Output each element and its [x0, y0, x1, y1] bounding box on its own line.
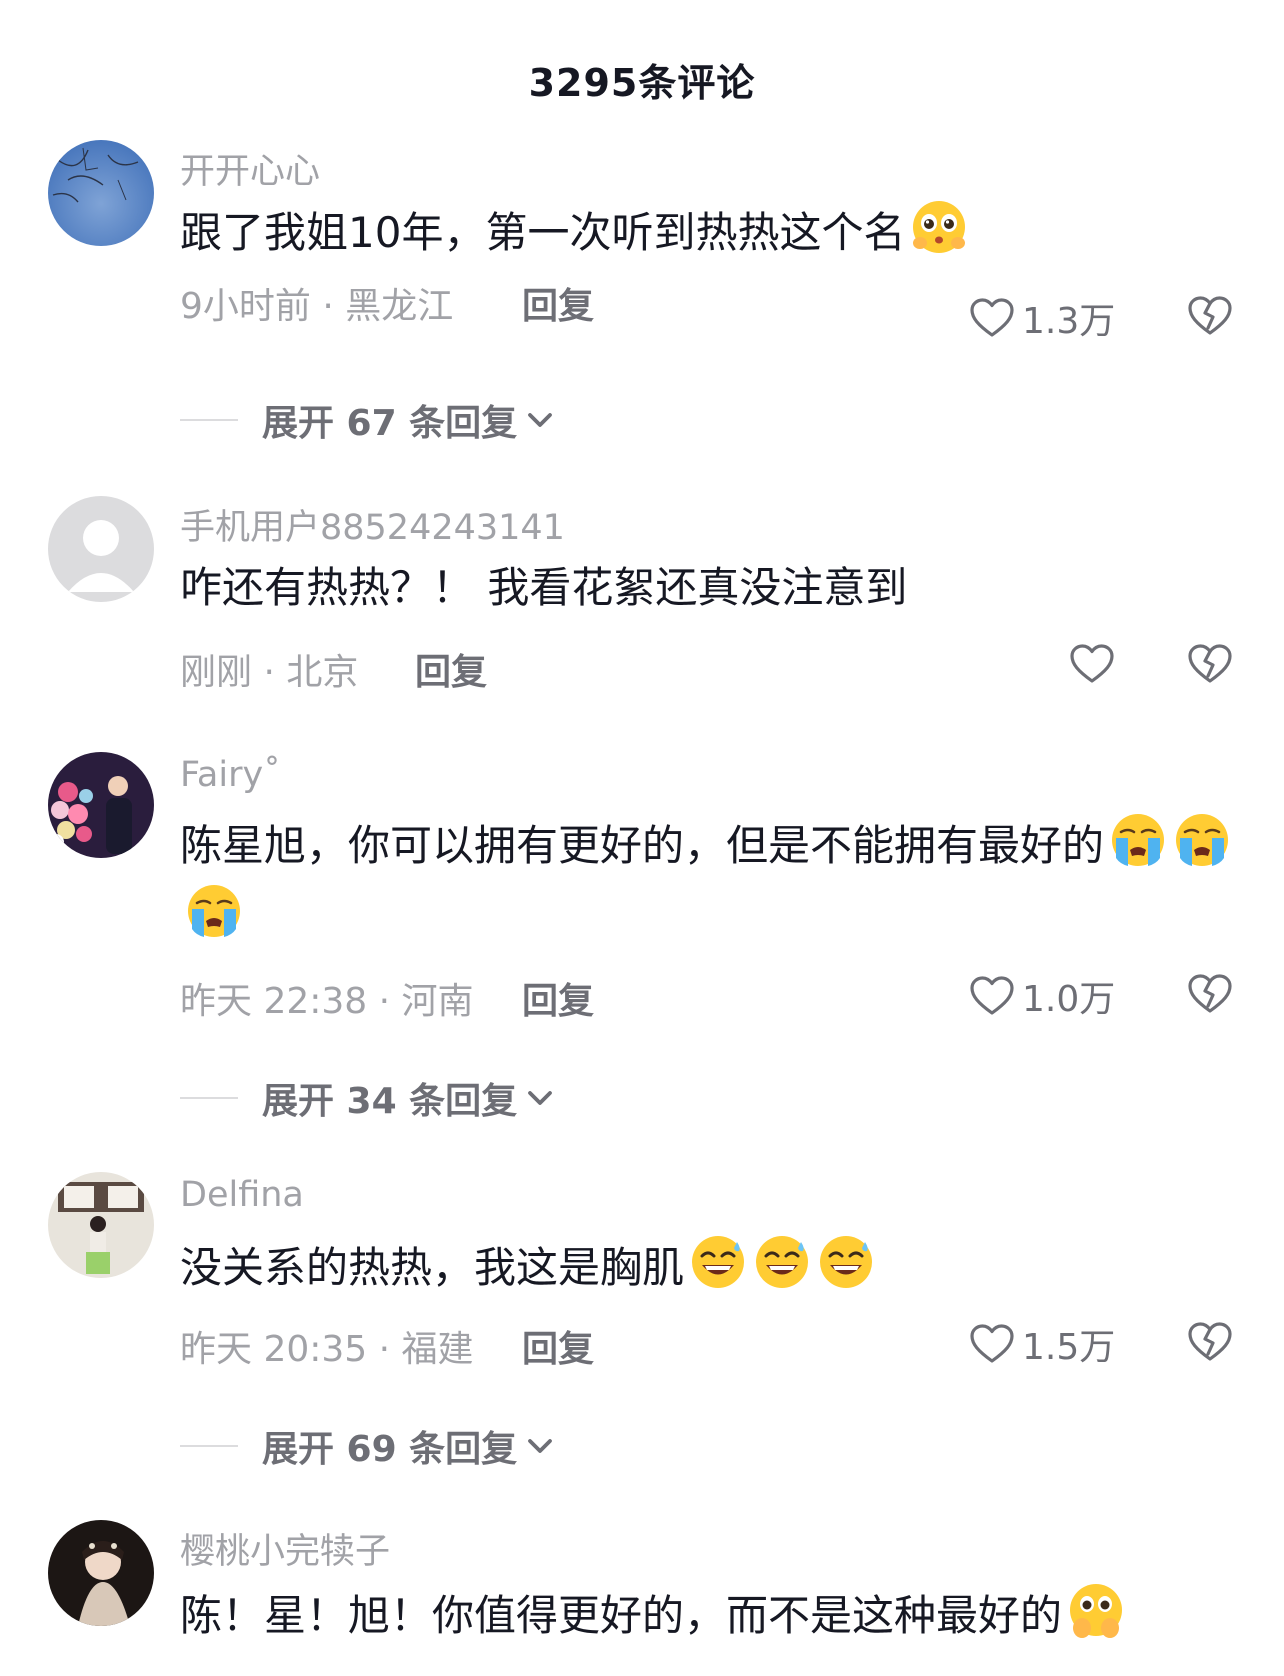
heart-outline-icon — [968, 294, 1016, 342]
comment-body: 陈！星！旭！你值得更好的，而不是这种最好的 — [180, 1591, 1063, 1640]
loudly-crying-face-emoji — [1108, 810, 1168, 870]
comment-time-location: 刚刚 · 北京 — [180, 652, 359, 693]
grinning-sweat-face-emoji — [752, 1232, 812, 1292]
avatar[interactable] — [48, 140, 154, 246]
comment-time-location: 昨天 22:38 · 河南 — [180, 981, 474, 1022]
divider-line — [180, 1445, 238, 1447]
pleading-face-emoji — [909, 197, 969, 257]
broken-heart-icon — [1186, 640, 1234, 688]
reply-button[interactable]: 回复 — [522, 277, 594, 329]
reply-button[interactable]: 回复 — [415, 643, 487, 695]
comment-body: 跟了我姐10年，第一次听到热热这个名 — [180, 208, 906, 257]
like-button[interactable]: 1.5万 — [968, 1318, 1115, 1370]
username[interactable]: Fairy˚ — [180, 755, 281, 795]
broken-heart-icon — [1186, 970, 1234, 1018]
chevron-down-icon — [525, 405, 555, 435]
expand-replies-button[interactable]: 展开 67 条回复 — [180, 394, 555, 446]
face-holding-back-tears-emoji — [1066, 1580, 1126, 1640]
like-count: 1.5万 — [1022, 1327, 1116, 1368]
heart-outline-icon — [1068, 640, 1116, 688]
avatar[interactable] — [48, 752, 154, 858]
expand-replies-button[interactable]: 展开 69 条回复 — [180, 1420, 555, 1472]
chevron-down-icon — [525, 1431, 555, 1461]
comment-text: 陈星旭，你可以拥有更好的，但是不能拥有最好的 — [180, 810, 1240, 952]
like-button[interactable]: 1.3万 — [968, 292, 1115, 344]
avatar[interactable] — [48, 496, 154, 602]
broken-heart-icon — [1186, 292, 1234, 340]
comment-body: 没关系的热热，我这是胸肌 — [180, 1243, 685, 1292]
reply-button[interactable]: 回复 — [522, 972, 594, 1024]
dislike-button[interactable] — [1186, 640, 1234, 692]
grinning-sweat-face-emoji — [688, 1232, 748, 1292]
avatar[interactable] — [48, 1520, 154, 1626]
dislike-button[interactable] — [1186, 1318, 1234, 1370]
reply-button[interactable]: 回复 — [522, 1320, 594, 1372]
loudly-crying-face-emoji — [184, 881, 244, 941]
username[interactable]: 樱桃小完犊子 — [180, 1523, 390, 1574]
comment-text: 没关系的热热，我这是胸肌 — [180, 1232, 1240, 1303]
loudly-crying-face-emoji — [1172, 810, 1232, 870]
username[interactable]: 开开心心 — [180, 143, 320, 194]
comment-body: 咋还有热热？！ 我看花絮还真没注意到 — [180, 563, 908, 612]
divider-line — [180, 419, 238, 421]
expand-replies-label: 展开 69 条回复 — [262, 1429, 518, 1470]
divider-line — [180, 1097, 238, 1099]
comment-text: 跟了我姐10年，第一次听到热热这个名 — [180, 197, 1240, 268]
comment-count-title: 3295条评论 — [528, 61, 756, 105]
like-count: 1.3万 — [1022, 301, 1116, 342]
expand-replies-label: 展开 34 条回复 — [262, 1081, 518, 1122]
grinning-sweat-face-emoji — [816, 1232, 876, 1292]
comment-text: 陈！星！旭！你值得更好的，而不是这种最好的 — [180, 1580, 1240, 1651]
expand-replies-label: 展开 67 条回复 — [262, 403, 518, 444]
chevron-down-icon — [525, 1083, 555, 1113]
username[interactable]: 手机用户88524243141 — [180, 499, 565, 550]
comment-time-location: 9小时前 · 黑龙江 — [180, 286, 454, 327]
heart-outline-icon — [968, 1320, 1016, 1368]
heart-outline-icon — [968, 972, 1016, 1020]
like-count: 1.0万 — [1022, 979, 1116, 1020]
comment-body: 陈星旭，你可以拥有更好的，但是不能拥有最好的 — [180, 821, 1105, 870]
like-button[interactable] — [1068, 640, 1116, 688]
comment-time-location: 昨天 20:35 · 福建 — [180, 1329, 474, 1370]
broken-heart-icon — [1186, 1318, 1234, 1366]
avatar[interactable] — [48, 1172, 154, 1278]
username[interactable]: Delfina — [180, 1175, 304, 1215]
expand-replies-button[interactable]: 展开 34 条回复 — [180, 1072, 555, 1124]
dislike-button[interactable] — [1186, 292, 1234, 344]
dislike-button[interactable] — [1186, 970, 1234, 1022]
like-button[interactable]: 1.0万 — [968, 970, 1115, 1022]
comment-text: 咋还有热热？！ 我看花絮还真没注意到 — [180, 553, 1240, 623]
